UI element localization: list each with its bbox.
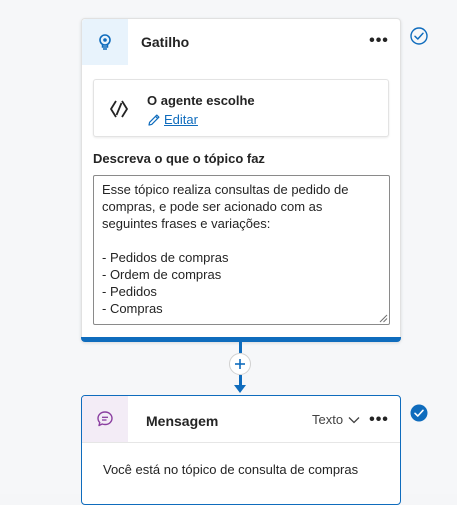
chat-bubble-icon <box>97 411 113 427</box>
message-card-title: Mensagem <box>146 413 219 429</box>
pencil-icon <box>148 114 160 126</box>
add-node-button[interactable] <box>229 353 251 375</box>
chevron-down-icon <box>348 416 360 423</box>
agent-chooses-panel: O agente escolhe Editar <box>93 79 389 137</box>
description-textarea[interactable] <box>93 175 390 325</box>
trigger-more-options-button[interactable]: ••• <box>368 29 390 53</box>
agent-chooses-title: O agente escolhe <box>147 93 255 108</box>
connector-arrow-icon <box>234 385 246 393</box>
trigger-icon-container <box>82 19 128 65</box>
message-more-options-button[interactable]: ••• <box>368 408 390 432</box>
message-type-label: Texto <box>312 412 344 427</box>
message-type-dropdown[interactable]: Texto <box>312 412 360 427</box>
resize-handle-icon[interactable] <box>378 313 388 323</box>
agent-orchestration-icon <box>110 100 128 118</box>
trigger-lightbulb-icon <box>99 34 111 50</box>
connector-line-top <box>239 342 242 353</box>
edit-link-label: Editar <box>164 112 198 127</box>
message-icon-container <box>82 396 128 442</box>
edit-link[interactable]: Editar <box>147 112 198 127</box>
message-card[interactable]: Mensagem Texto ••• Você está no tópico d… <box>81 395 401 505</box>
message-text[interactable]: Você está no tópico de consulta de compr… <box>103 462 358 477</box>
trigger-card-header: Gatilho ••• <box>82 19 400 65</box>
plus-icon <box>235 359 245 369</box>
check-circle-outline-icon <box>410 27 428 45</box>
trigger-card[interactable]: Gatilho ••• O agente escolhe Editar Desc… <box>81 18 401 342</box>
description-label: Descreva o que o tópico faz <box>93 151 265 166</box>
message-card-divider <box>82 442 400 443</box>
trigger-card-title: Gatilho <box>141 34 190 50</box>
check-circle-filled-icon <box>410 404 428 422</box>
